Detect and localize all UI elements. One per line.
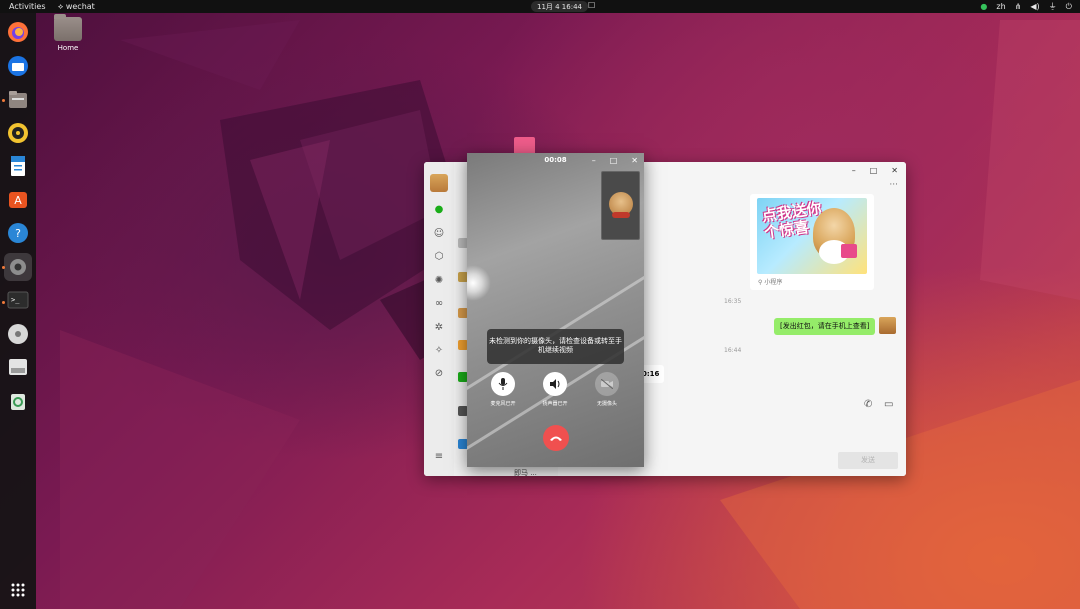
- list-item-label: 即马 ...: [514, 469, 537, 476]
- show-apps-icon[interactable]: [6, 578, 30, 602]
- card-caption: ⚲ 小程序: [758, 279, 783, 286]
- minimize-icon[interactable]: –: [852, 166, 856, 176]
- minimize-icon[interactable]: –: [592, 156, 596, 165]
- explore-icon[interactable]: ⊘: [433, 368, 445, 380]
- desktop-home[interactable]: Home: [48, 14, 88, 52]
- close-icon[interactable]: ✕: [631, 156, 638, 165]
- help-icon[interactable]: ?: [6, 221, 30, 245]
- channels-icon[interactable]: ∞: [433, 298, 445, 310]
- settings-icon[interactable]: [4, 253, 32, 281]
- mini-programs-icon[interactable]: ✲: [433, 322, 445, 334]
- microphone-icon: [491, 372, 515, 396]
- chat-icon[interactable]: ●: [433, 204, 445, 216]
- sticker-image: 点我送你个惊喜: [757, 198, 867, 274]
- window-controls: – □ ✕: [826, 162, 906, 180]
- search-icon[interactable]: ✧: [433, 345, 445, 357]
- maximize-icon[interactable]: □: [870, 166, 878, 176]
- mini-program-card[interactable]: 点我送你个惊喜 ⚲ 小程序: [750, 194, 874, 290]
- rhythmbox-icon[interactable]: [6, 121, 30, 145]
- wechat-tray-icon[interactable]: ●: [980, 2, 987, 11]
- my-message[interactable]: [发出红包，请在手机上查看]: [774, 318, 876, 335]
- mic-control[interactable]: 麦克风已开: [490, 372, 516, 407]
- wechat-sidebar: ● ☺ ⬡ ✺ ∞ ✲ ✧ ⊘ ≡: [424, 162, 454, 476]
- close-icon[interactable]: ✕: [891, 166, 898, 176]
- avatar[interactable]: [430, 174, 448, 192]
- app-center-icon[interactable]: A: [6, 187, 30, 211]
- drive-icon[interactable]: [6, 355, 30, 379]
- network-icon[interactable]: ⋔: [1015, 2, 1022, 11]
- svg-text:?: ?: [15, 227, 21, 240]
- self-preview[interactable]: [601, 171, 640, 240]
- svg-text:A: A: [14, 194, 22, 207]
- send-button[interactable]: 发送: [838, 452, 898, 469]
- disc-icon[interactable]: [6, 322, 30, 346]
- svg-text:>_: >_: [11, 296, 20, 304]
- favorites-icon[interactable]: ⬡: [433, 251, 445, 263]
- avatar[interactable]: [879, 317, 896, 334]
- dock: A ? >_: [0, 13, 36, 609]
- more-icon[interactable]: ···: [889, 180, 898, 190]
- writer-icon[interactable]: [6, 154, 30, 178]
- microphone-icon[interactable]: ⏚: [1049, 1, 1057, 12]
- contacts-icon[interactable]: ☺: [433, 228, 445, 240]
- app-menu[interactable]: ⟡ wechat: [58, 2, 95, 12]
- clock[interactable]: 11月 4 16:44: [531, 1, 588, 12]
- files-icon[interactable]: [6, 88, 30, 112]
- message-time: 16:44: [724, 347, 742, 354]
- video-call-window: 00:08 – □ ✕ 未检测到你的摄像头，请检查设备或转至手机继续视频 麦克风…: [467, 153, 644, 467]
- thunderbird-icon[interactable]: [6, 54, 30, 78]
- home-folder-icon: [54, 14, 82, 41]
- camera-label: 无摄像头: [596, 401, 617, 407]
- mic-label: 麦克风已开: [490, 401, 516, 407]
- power-icon[interactable]: ⏻: [1066, 2, 1072, 12]
- camera-off-icon: [595, 372, 619, 396]
- camera-notice: 未检测到你的摄像头，请检查设备或转至手机继续视频: [487, 329, 624, 364]
- call-window-controls: – □ ✕: [592, 156, 638, 165]
- moments-icon[interactable]: ✺: [433, 275, 445, 287]
- wechat-app-icon: ⟡: [58, 2, 66, 11]
- home-label: Home: [57, 44, 79, 52]
- activities-button[interactable]: Activities: [9, 2, 46, 11]
- trash-icon[interactable]: [6, 389, 30, 413]
- notification-icon[interactable]: ☐: [588, 1, 595, 10]
- message-time: 16:35: [724, 298, 742, 305]
- floating-tab[interactable]: [514, 137, 535, 154]
- speaker-label: 扬声器已开: [542, 401, 568, 407]
- speaker-control[interactable]: 扬声器已开: [542, 372, 568, 407]
- video-call-icon[interactable]: ▭: [884, 399, 893, 410]
- firefox-icon[interactable]: [6, 20, 30, 44]
- camera-control[interactable]: 无摄像头: [594, 372, 620, 407]
- system-tray: ● zh ⋔ ◀) ⏚ ⏻: [980, 1, 1072, 12]
- volume-icon[interactable]: ◀): [1030, 2, 1039, 11]
- menu-icon[interactable]: ≡: [433, 451, 445, 463]
- speaker-icon: [543, 372, 567, 396]
- app-name: wechat: [65, 2, 95, 11]
- maximize-icon[interactable]: □: [610, 156, 618, 165]
- input-language[interactable]: zh: [996, 2, 1005, 11]
- top-bar: Activities ⟡ wechat 11月 4 16:44 ☐ ● zh ⋔…: [0, 0, 1080, 13]
- hangup-button[interactable]: [543, 425, 569, 451]
- terminal-icon[interactable]: >_: [6, 288, 30, 312]
- phone-icon[interactable]: ✆: [864, 399, 872, 410]
- hangup-icon: [550, 436, 562, 441]
